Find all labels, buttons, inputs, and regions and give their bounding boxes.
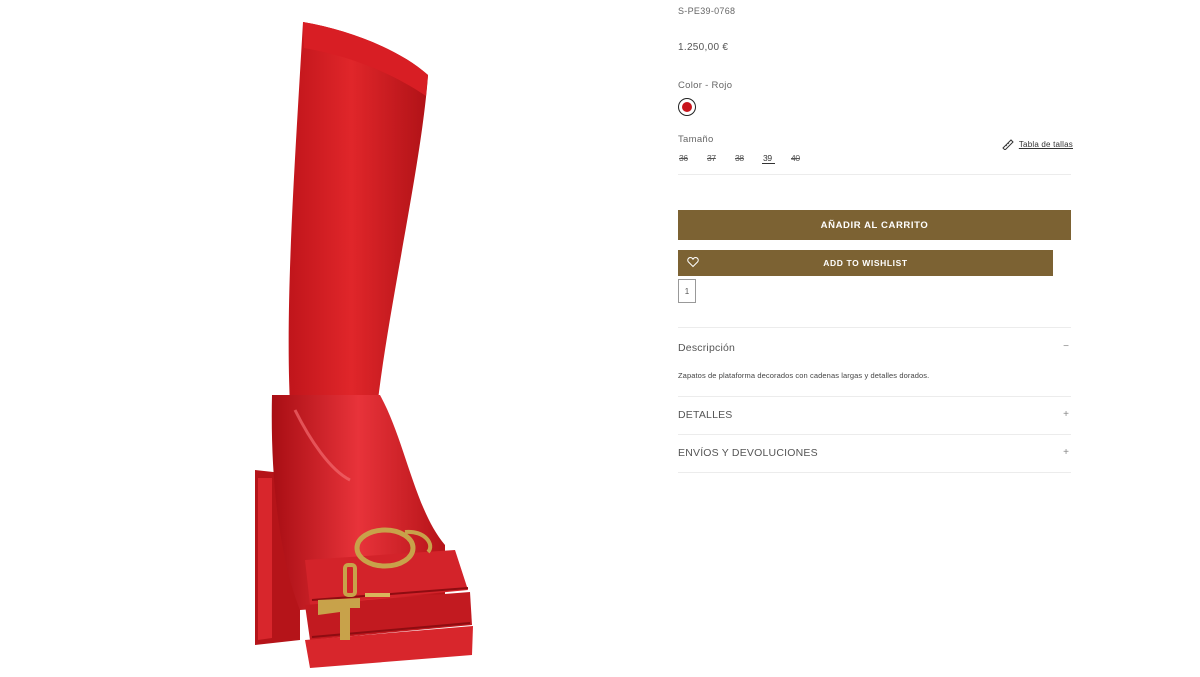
size-guide-link[interactable]: Tabla de tallas	[1001, 138, 1073, 150]
description-text: Zapatos de plataforma decorados con cade…	[678, 371, 930, 380]
accordion-description-toggle[interactable]: −	[1063, 341, 1069, 352]
size-selector: 36 37 38 39 40	[678, 153, 818, 164]
accordion-shipping-toggle[interactable]: +	[1063, 447, 1069, 458]
add-to-wishlist-label: ADD TO WISHLIST	[823, 258, 908, 268]
divider	[678, 472, 1071, 473]
color-swatch-dot	[682, 102, 692, 112]
color-label: Color - Rojo	[678, 80, 733, 91]
size-option-40[interactable]: 40	[790, 153, 818, 164]
add-to-wishlist-button[interactable]: ADD TO WISHLIST	[678, 250, 1053, 276]
divider	[678, 327, 1071, 328]
add-to-cart-button[interactable]: AÑADIR AL CARRITO	[678, 210, 1071, 240]
size-guide-label: Tabla de tallas	[1018, 139, 1073, 149]
size-label: Tamaño	[678, 134, 714, 145]
divider	[678, 396, 1071, 397]
accordion-details-toggle[interactable]: +	[1063, 409, 1069, 420]
size-option-38[interactable]: 38	[734, 153, 762, 164]
divider	[678, 434, 1071, 435]
accordion-details-title[interactable]: DETALLES	[678, 409, 733, 421]
ruler-icon	[1002, 139, 1014, 150]
quantity-input[interactable]: 1	[678, 279, 696, 303]
divider	[678, 174, 1071, 175]
accordion-description-title[interactable]: Descripción	[678, 342, 735, 354]
product-sku: S-PE39-0768	[678, 6, 736, 16]
color-swatch-rojo[interactable]	[678, 98, 696, 116]
size-option-36[interactable]: 36	[678, 153, 706, 164]
product-image-panel	[200, 0, 500, 677]
product-price: 1.250,00 €	[678, 42, 729, 53]
size-option-39[interactable]: 39	[762, 153, 775, 164]
product-info: S-PE39-0768 1.250,00 € Color - Rojo Tama…	[678, 0, 1073, 677]
size-option-37[interactable]: 37	[706, 153, 734, 164]
accordion-shipping-title[interactable]: ENVÍOS Y DEVOLUCIONES	[678, 447, 818, 459]
product-image	[255, 22, 473, 668]
heart-icon	[687, 256, 699, 268]
